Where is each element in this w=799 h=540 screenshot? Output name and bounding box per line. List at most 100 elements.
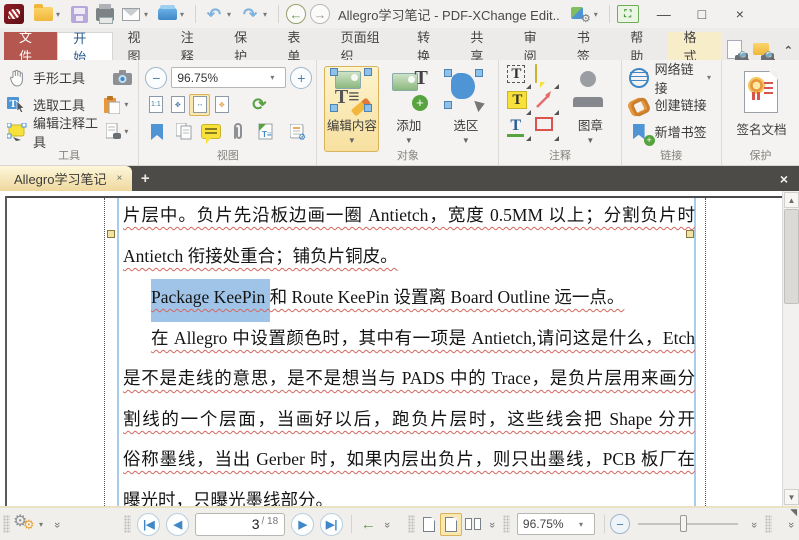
web-link-button[interactable]: 网络链接 ▾ xyxy=(628,62,717,96)
expand-chevron-icon[interactable]: » xyxy=(51,516,63,532)
fit-width-button[interactable]: ↔ xyxy=(189,93,211,116)
history-back-button[interactable]: ← xyxy=(286,4,306,24)
find-in-folder-icon[interactable] xyxy=(752,40,776,62)
text-line[interactable]: Package KeePin 和 Route KeePin 设置离 Board … xyxy=(123,279,695,322)
highlight-text-tool-button[interactable]: T xyxy=(507,91,532,115)
text-line[interactable]: Antietch 衔接处重合；铺负片铜皮。 xyxy=(123,243,695,268)
zoom-out-button[interactable]: − xyxy=(145,66,168,89)
tab-form[interactable]: 表单 xyxy=(272,30,325,64)
session-manager-button[interactable] xyxy=(570,3,592,25)
undo-dropdown-caret[interactable]: ▾ xyxy=(227,10,235,19)
previous-view-button[interactable]: ← xyxy=(357,516,379,533)
zoom-in-button[interactable]: + xyxy=(290,66,313,89)
tab-file[interactable]: 文件 xyxy=(4,30,58,64)
text-line[interactable]: 俗称墨线，当出 Gerber 时，如果内层出负片，则只出墨线，PCB 板厂在 xyxy=(123,446,695,471)
typewriter-tool-button[interactable]: T xyxy=(507,65,532,89)
status-zoom-out-button[interactable]: − xyxy=(610,514,630,534)
status-options-button[interactable] xyxy=(13,511,39,534)
print-button[interactable] xyxy=(94,3,116,25)
tab-convert[interactable]: 转换 xyxy=(402,30,455,64)
previous-page-button[interactable]: ◀ xyxy=(166,512,190,536)
resize-handle-right[interactable] xyxy=(686,230,694,238)
tab-comment[interactable]: 注释 xyxy=(166,30,219,64)
save-button[interactable] xyxy=(68,3,90,25)
edit-content-button[interactable]: T≡ 编辑内容 ▼ xyxy=(324,66,380,152)
snapshot-button[interactable] xyxy=(110,67,134,89)
scrollbar-thumb[interactable] xyxy=(784,209,799,304)
close-button[interactable]: × xyxy=(725,3,755,25)
paste-button[interactable] xyxy=(100,94,124,116)
rotate-view-button[interactable]: ⟳ xyxy=(247,94,271,116)
hand-tool-button[interactable]: 手形工具 xyxy=(6,64,134,91)
tab-organize[interactable]: 页面组织 xyxy=(326,30,403,64)
tab-bookmarks[interactable]: 书签 xyxy=(562,30,615,64)
tab-help[interactable]: 帮助 xyxy=(615,30,668,64)
session-dropdown-caret[interactable]: ▾ xyxy=(594,10,602,19)
zoom-level-combobox[interactable]: 96.75% ▾ xyxy=(171,67,287,88)
text-line[interactable]: 割线的一个层面，当画好以后，跑负片层时，这些线会把 Shape 分开 xyxy=(123,406,695,431)
zoom-slider-knob[interactable] xyxy=(680,515,687,532)
tab-home[interactable]: 开始 xyxy=(57,31,113,65)
tab-view[interactable]: 视图 xyxy=(113,30,166,64)
bookmarks-pane-button[interactable] xyxy=(145,121,169,143)
tab-format[interactable]: 格式 xyxy=(668,30,722,64)
sign-document-button[interactable]: 签名文档 xyxy=(729,66,794,152)
first-page-button[interactable]: |◀ xyxy=(137,512,161,536)
text-line[interactable]: 是不是走线的意思，是不是想当与 PADS 中的 Trace，是负片层用来画分 xyxy=(123,365,695,390)
search-comments-button[interactable] xyxy=(103,121,125,143)
arrow-tool-button[interactable] xyxy=(535,91,560,115)
expand-chevron-icon[interactable]: » xyxy=(381,516,393,532)
status-zoom-combobox[interactable]: 96.75% ▾ xyxy=(516,513,595,535)
maximize-button[interactable]: □ xyxy=(687,3,717,25)
page-number-field[interactable]: 3 / 18 xyxy=(195,512,286,536)
email-dropdown-caret[interactable]: ▾ xyxy=(144,10,152,19)
scan-button[interactable] xyxy=(156,3,178,25)
document-tab-active[interactable]: Allegro学习笔记 × xyxy=(0,166,133,191)
web-link-caret[interactable]: ▾ xyxy=(707,73,715,82)
text-line[interactable]: 曝光时，只曝光墨线部分。 xyxy=(123,487,695,506)
close-document-button[interactable]: × xyxy=(769,166,799,191)
rectangle-tool-button[interactable] xyxy=(535,117,560,141)
new-tab-button[interactable]: + xyxy=(132,166,158,191)
selection-button[interactable]: 选区 ▼ xyxy=(438,66,493,152)
undo-button[interactable]: ↶ xyxy=(203,3,225,25)
text-line[interactable]: 片层中。负片先沿板边画一圈 Antietch，宽度 0.5MM 以上；分割负片时 xyxy=(123,202,695,227)
sticky-note-tool-button[interactable] xyxy=(535,64,560,89)
scroll-up-button[interactable]: ▲ xyxy=(784,192,799,208)
selected-text[interactable]: Package KeePin xyxy=(151,279,270,322)
search-dropdown-caret[interactable]: ▾ xyxy=(124,127,132,136)
open-file-button[interactable] xyxy=(32,3,54,25)
scan-dropdown-caret[interactable]: ▾ xyxy=(180,10,188,19)
single-page-layout-button[interactable] xyxy=(418,513,440,536)
tab-protect[interactable]: 保护 xyxy=(219,30,272,64)
fields-pane-button[interactable]: T≡ xyxy=(253,121,277,143)
two-page-layout-button[interactable] xyxy=(462,513,484,536)
create-link-button[interactable]: 创建链接 xyxy=(628,91,717,118)
add-bookmark-button[interactable]: + 新增书签 xyxy=(628,118,717,146)
vertical-scrollbar[interactable]: ▲ ▼ xyxy=(782,191,799,506)
comments-pane-button[interactable] xyxy=(199,121,223,144)
next-page-button[interactable]: ▶ xyxy=(291,512,315,536)
minimize-button[interactable]: — xyxy=(649,3,679,25)
view-options-button[interactable]: ⚙ xyxy=(286,121,310,143)
document-tab-close-icon[interactable]: × xyxy=(116,173,122,184)
fit-width-layout-button[interactable] xyxy=(439,512,462,536)
fit-visible-button[interactable]: ✥ xyxy=(211,94,232,116)
fullscreen-button[interactable]: ⛶ xyxy=(616,3,639,25)
actual-size-button[interactable]: 1:1 xyxy=(145,94,166,116)
zoom-slider[interactable] xyxy=(638,515,738,532)
email-button[interactable] xyxy=(120,3,142,25)
expand-chevron-icon[interactable]: » xyxy=(748,516,760,532)
status-options-caret[interactable]: ▾ xyxy=(39,520,47,529)
redo-button[interactable]: ↷ xyxy=(239,3,261,25)
thumbnails-pane-button[interactable] xyxy=(172,121,196,143)
last-page-button[interactable]: ▶| xyxy=(320,512,344,536)
find-in-document-icon[interactable] xyxy=(726,40,750,62)
tab-review[interactable]: 审阅 xyxy=(509,30,562,64)
resize-handle-left[interactable] xyxy=(107,230,115,238)
edit-comment-tool-button[interactable]: 编辑注释工具 ▾ xyxy=(6,116,134,150)
expand-chevron-icon[interactable]: » xyxy=(486,516,498,532)
document-canvas[interactable]: 片层中。负片先沿板边画一圈 Antietch，宽度 0.5MM 以上；分割负片时… xyxy=(0,191,799,506)
collapse-ribbon-button[interactable]: ⌃ xyxy=(784,44,793,57)
fit-page-button[interactable]: ✥ xyxy=(167,94,188,116)
